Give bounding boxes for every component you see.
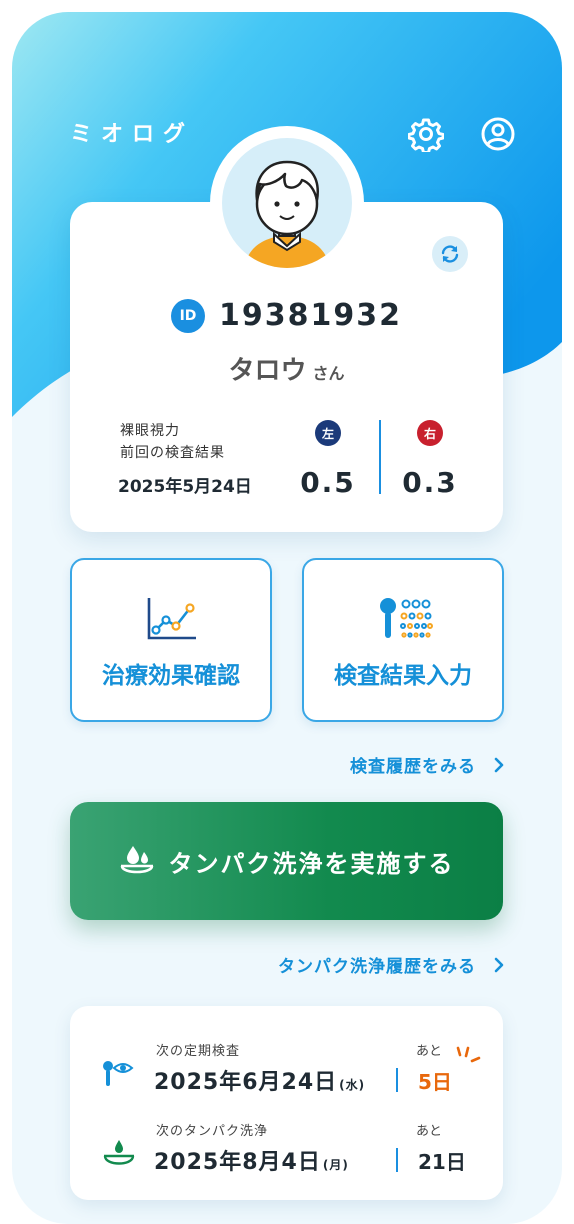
left-eye-result: 左 0.5	[288, 420, 368, 499]
chevron-right-icon	[494, 757, 504, 772]
vision-label: 裸眼視力 前回の検査結果	[120, 420, 225, 464]
next-cleaning-date: 2025年8月4日 (月)	[154, 1144, 349, 1176]
patient-name-row: タロウ さん	[70, 350, 503, 387]
right-eye-value: 0.3	[402, 466, 458, 499]
exam-input-tile[interactable]: 検査結果入力	[302, 558, 504, 722]
exam-history-label: 検査履歴をみる	[350, 757, 476, 777]
sync-icon	[441, 245, 459, 263]
lens-clean-icon	[103, 1140, 135, 1165]
next-cleaning-weekday: (月)	[322, 1158, 349, 1172]
left-eye-badge: 左	[315, 420, 341, 446]
patient-id: 19381932	[219, 298, 402, 333]
right-eye-result: 右 0.3	[390, 420, 470, 499]
next-exam-weekday: (水)	[339, 1078, 366, 1092]
vision-label-line2: 前回の検査結果	[120, 445, 225, 461]
next-cleaning-row: 次のタンパク洗浄 2025年8月4日 (月) あと 21日	[70, 1120, 503, 1190]
eye-chart-icon	[380, 598, 433, 638]
eye-divider	[379, 420, 381, 494]
next-exam-remaining-caption: あと	[416, 1044, 443, 1059]
patient-id-row: ID 19381932	[70, 298, 503, 333]
protein-cleaning-label: タンパク洗浄を実施する	[168, 849, 455, 878]
next-exam-remaining-days: 5日	[418, 1070, 452, 1094]
line-chart-icon	[147, 598, 196, 640]
patient-name: タロウ	[228, 356, 307, 386]
app-screen: ミオログ ID 19381932 タロウ さん 裸眼視力 前回の検査結果 202…	[12, 12, 562, 1224]
alert-burst-icon	[456, 1046, 481, 1063]
settings-button[interactable]	[406, 114, 446, 154]
cleaning-history-link[interactable]: タンパク洗浄履歴をみる	[278, 952, 504, 977]
schedule-card: 次の定期検査 2025年6月24日 (水) あと 5日 次のタンパク洗浄 2025…	[70, 1006, 503, 1200]
treatment-effect-tile[interactable]: 治療効果確認	[70, 558, 272, 722]
sync-button[interactable]	[432, 236, 468, 272]
vision-label-line1: 裸眼視力	[120, 423, 180, 439]
next-exam-caption: 次の定期検査	[156, 1044, 241, 1059]
next-exam-date: 2025年6月24日 (水)	[154, 1064, 365, 1096]
next-cleaning-date-text: 2025年8月4日	[154, 1150, 321, 1175]
app-title: ミオログ	[70, 122, 195, 147]
gear-icon	[408, 118, 444, 152]
next-exam-divider	[396, 1068, 398, 1092]
left-eye-value: 0.5	[300, 466, 356, 499]
next-exam-row: 次の定期検査 2025年6月24日 (水) あと 5日	[70, 1040, 503, 1110]
vision-date: 2025年5月24日	[118, 477, 252, 497]
avatar	[222, 138, 352, 268]
treatment-effect-label: 治療効果確認	[102, 663, 240, 689]
exam-history-link[interactable]: 検査履歴をみる	[350, 752, 504, 777]
next-cleaning-remaining-days: 21日	[418, 1150, 466, 1174]
user-circle-icon	[481, 117, 515, 151]
next-cleaning-remaining-caption: あと	[416, 1124, 443, 1139]
chevron-right-icon	[494, 957, 504, 972]
id-badge: ID	[171, 298, 205, 333]
honorific: さん	[312, 364, 345, 383]
lens-drop-icon	[120, 846, 153, 874]
account-button[interactable]	[478, 114, 518, 154]
protein-cleaning-button[interactable]: タンパク洗浄を実施する	[70, 802, 503, 920]
boy-avatar-icon	[244, 160, 330, 268]
eye-exam-icon	[103, 1061, 134, 1086]
cleaning-history-label: タンパク洗浄履歴をみる	[278, 957, 476, 977]
next-cleaning-divider	[396, 1148, 398, 1172]
right-eye-badge: 右	[417, 420, 443, 446]
next-cleaning-caption: 次のタンパク洗浄	[156, 1124, 269, 1139]
next-exam-date-text: 2025年6月24日	[154, 1070, 338, 1095]
exam-input-label: 検査結果入力	[334, 663, 472, 689]
